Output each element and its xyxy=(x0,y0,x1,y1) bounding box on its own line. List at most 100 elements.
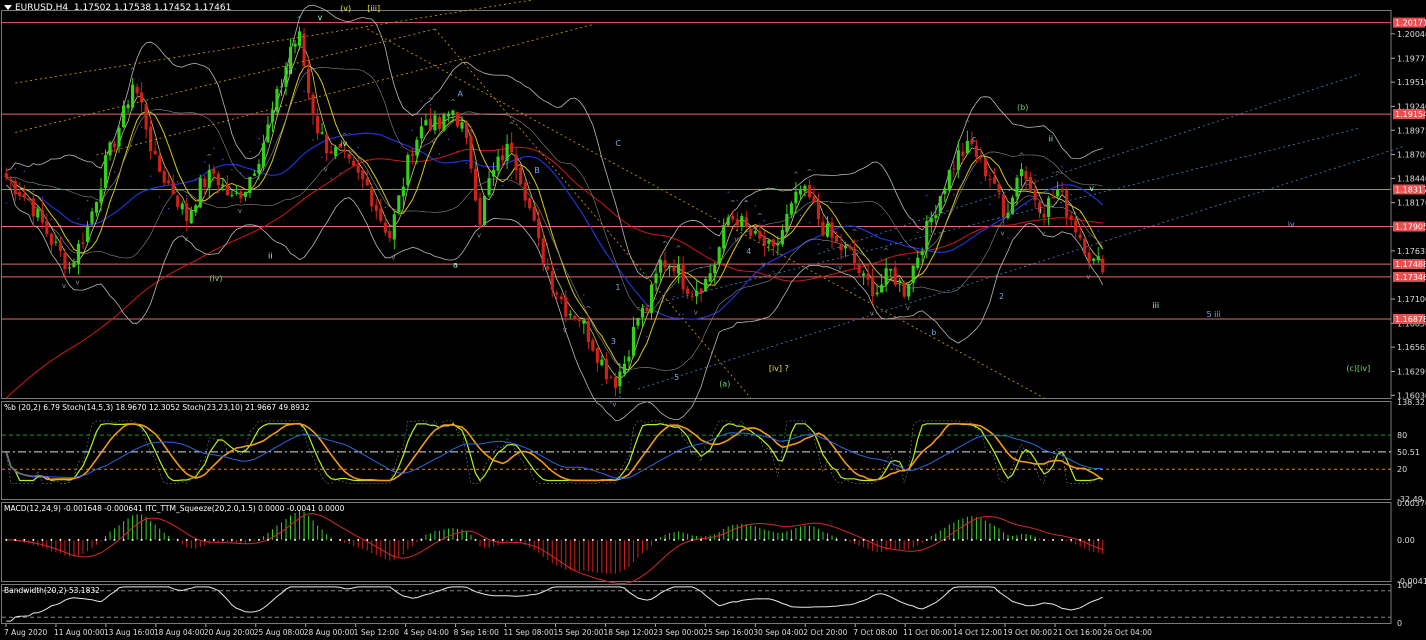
candle-body xyxy=(374,205,378,211)
candle-body xyxy=(212,168,216,174)
candle-body xyxy=(1001,194,1006,217)
candle-body xyxy=(613,377,617,388)
candle-body xyxy=(920,251,924,256)
psar-dot xyxy=(131,109,134,111)
psar-dot xyxy=(790,227,793,230)
candle-body xyxy=(816,201,821,220)
fractal-down-arrow: v xyxy=(1041,229,1045,237)
candle-body xyxy=(627,356,631,362)
candle-body xyxy=(541,238,545,265)
wave-label: 5 iii xyxy=(1207,310,1221,319)
candle-body xyxy=(279,86,284,88)
psar-dot xyxy=(204,161,206,163)
candle-body xyxy=(821,221,825,236)
candle-body xyxy=(830,222,834,238)
wave-label: 2 xyxy=(999,292,1004,301)
psar-dot xyxy=(474,224,477,227)
fractal-down-arrow: v xyxy=(324,165,328,173)
psar-dot xyxy=(222,158,224,160)
fractal-up-arrow: ^ xyxy=(450,98,456,106)
candle-body xyxy=(852,248,857,263)
candle-body xyxy=(135,86,139,94)
psar-dot xyxy=(294,68,296,70)
wave-label: A xyxy=(457,90,463,99)
candle-body xyxy=(514,154,518,171)
candle-body xyxy=(13,180,17,195)
chart-canvas[interactable]: 1.200461.197751.195101.192401.189751.187… xyxy=(0,0,1426,640)
candle-body xyxy=(167,180,171,184)
candle-body xyxy=(149,126,153,152)
candle-body xyxy=(1083,238,1087,255)
candle-body xyxy=(672,266,676,272)
squeeze-dot xyxy=(1052,538,1055,541)
squeeze-dot xyxy=(41,538,44,541)
candle-body xyxy=(722,224,726,249)
time-tick-label: 20 Aug 20:00 xyxy=(204,628,255,637)
candle-body xyxy=(983,158,988,177)
squeeze-dot xyxy=(943,538,946,541)
psar-dot xyxy=(312,139,314,141)
squeeze-dot xyxy=(221,538,224,541)
candle-body xyxy=(478,198,482,225)
time-tick-label: 4 Sep 04:00 xyxy=(404,628,450,637)
candle-body xyxy=(690,295,694,297)
time-tick-label: 11 Aug 00:00 xyxy=(54,628,105,637)
psar-dot xyxy=(1043,191,1045,194)
wave-label: ii xyxy=(268,252,272,261)
candle-body xyxy=(934,215,938,219)
squeeze-dot xyxy=(808,538,811,541)
candle-body xyxy=(1042,213,1046,218)
candle-body xyxy=(898,280,902,283)
squeeze-dot xyxy=(14,538,17,541)
squeeze-dot xyxy=(979,538,982,541)
candle-body xyxy=(785,213,789,233)
candle-body xyxy=(370,187,374,207)
candle-body xyxy=(889,268,893,271)
candle-body xyxy=(85,225,90,242)
candle-body xyxy=(523,182,527,201)
time-tick-label: 21 Oct 16:00 xyxy=(1053,628,1102,637)
candle-body xyxy=(248,176,252,194)
squeeze-dot xyxy=(655,538,658,541)
squeeze-dot xyxy=(167,538,170,541)
wave-label: [iv] ? xyxy=(769,364,789,373)
wave-label: (a) xyxy=(719,379,730,388)
squeeze-dot xyxy=(754,538,757,541)
psar-dot xyxy=(330,178,332,180)
candle-body xyxy=(654,273,658,284)
squeeze-dot xyxy=(1006,538,1009,541)
fractal-up-arrow: ^ xyxy=(427,97,433,105)
fractal-up-arrow: ^ xyxy=(757,212,763,220)
candle-body xyxy=(713,265,717,274)
wave-label: iii xyxy=(286,67,293,76)
psar-dot xyxy=(962,180,964,182)
psar-dot xyxy=(402,160,405,163)
psar-dot xyxy=(14,168,16,170)
bollinger-lower xyxy=(6,184,1104,422)
fractal-down-arrow: v xyxy=(563,326,567,334)
psar-dot xyxy=(465,162,468,165)
psar-dot xyxy=(519,158,522,160)
fractal-down-arrow: v xyxy=(734,235,738,243)
time-axis: 7 Aug 2020 11 Aug 00:00 13 Aug 16:00 18 Aug… xyxy=(4,624,1152,637)
candle-body xyxy=(22,193,26,197)
squeeze-dot xyxy=(871,538,874,541)
candle-body xyxy=(487,178,491,196)
psar-dot xyxy=(583,294,585,296)
candle-body xyxy=(519,167,523,185)
candle-body xyxy=(677,264,681,274)
candle-body xyxy=(1096,256,1100,261)
fractal-down-arrow: v xyxy=(62,282,66,290)
squeeze-dot xyxy=(501,538,504,541)
bollinger-inner-upper xyxy=(6,66,1103,314)
psar-dot xyxy=(682,313,684,316)
psar-dot xyxy=(59,224,62,227)
candle-body xyxy=(667,265,672,268)
time-tick-label: 25 Aug 08:00 xyxy=(254,628,305,637)
candle-body xyxy=(112,143,117,147)
squeeze-dot xyxy=(799,538,802,541)
candle-body xyxy=(185,203,189,221)
psar-dot xyxy=(637,342,639,344)
percent-b-line xyxy=(6,420,1103,485)
candle-body xyxy=(537,218,541,239)
